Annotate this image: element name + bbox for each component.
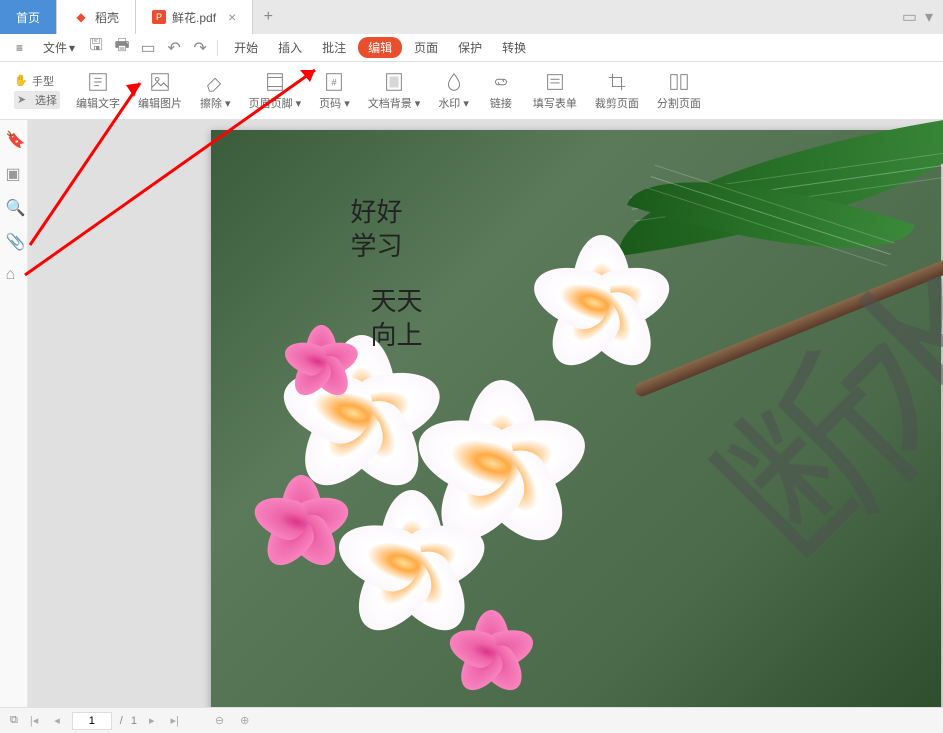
status-bar: ⧉ |◂ ◂ / 1 ▸ ▸| ⊖ ⊕ bbox=[0, 707, 943, 733]
flower-graphic bbox=[256, 475, 346, 565]
search-icon[interactable]: 🔍 bbox=[6, 198, 22, 214]
hamburger-icon[interactable]: ≡ bbox=[8, 37, 31, 59]
sidebar: 🔖 ▣ 🔍 📎 ⌂ bbox=[0, 120, 28, 707]
edit-text-icon bbox=[87, 71, 109, 93]
tab-right-icons: ▭ ▾ bbox=[902, 7, 943, 27]
tool-split-page[interactable]: 分割页面 bbox=[649, 67, 709, 115]
link-icon bbox=[490, 71, 512, 93]
total-pages: 1 bbox=[131, 715, 137, 727]
tool-select[interactable]: ➤ 选择 bbox=[14, 91, 60, 109]
menu-page[interactable]: 页面 bbox=[406, 35, 446, 60]
doc-text-2: 天天 向上 bbox=[371, 285, 423, 353]
prev-page-button[interactable]: ◂ bbox=[50, 714, 64, 727]
tool-edit-text[interactable]: 编辑文字 bbox=[68, 67, 128, 115]
add-tab-button[interactable]: + bbox=[253, 0, 283, 34]
tool-edit-image[interactable]: 编辑图片 bbox=[130, 67, 190, 115]
tool-erase[interactable]: 擦除 ▾ bbox=[192, 67, 239, 115]
tool-background[interactable]: 文档背景 ▾ bbox=[360, 67, 429, 115]
tab-home[interactable]: 首页 bbox=[0, 0, 57, 34]
menu-edit[interactable]: 编辑 bbox=[358, 37, 402, 58]
cursor-icon: ➤ bbox=[17, 93, 31, 107]
undo-icon[interactable]: ↶ bbox=[165, 39, 183, 57]
bookmark-icon[interactable]: 🔖 bbox=[6, 130, 22, 146]
tool-link[interactable]: 链接 bbox=[479, 67, 523, 115]
chevron-down-icon: ▾ bbox=[69, 41, 75, 55]
next-page-button[interactable]: ▸ bbox=[145, 714, 159, 727]
tool-hand[interactable]: ✋ 手型 bbox=[14, 73, 60, 89]
crop-icon bbox=[606, 71, 628, 93]
tab-bar: 首页 ◆ 稻壳 P 鲜花.pdf × + ▭ ▾ bbox=[0, 0, 943, 34]
preview-icon[interactable]: ▭ bbox=[139, 39, 157, 57]
menu-start[interactable]: 开始 bbox=[226, 35, 266, 60]
toolbar: ✋ 手型 ➤ 选择 编辑文字 编辑图片 擦除 ▾ 页眉页脚 ▾ # 页码 ▾ 文… bbox=[0, 62, 943, 120]
attachment-icon[interactable]: 📎 bbox=[6, 232, 22, 248]
zoom-in-button[interactable]: ⊕ bbox=[236, 714, 253, 727]
message-icon[interactable]: ▭ bbox=[902, 7, 917, 27]
close-icon[interactable]: × bbox=[228, 9, 236, 25]
last-page-button[interactable]: ▸| bbox=[167, 714, 183, 727]
page-number-icon: # bbox=[323, 71, 345, 93]
home-icon[interactable]: ⌂ bbox=[6, 266, 22, 282]
header-footer-icon bbox=[264, 71, 286, 93]
tool-fill-form[interactable]: 填写表单 bbox=[525, 67, 585, 115]
tab-daoke[interactable]: ◆ 稻壳 bbox=[57, 0, 136, 34]
watermark-icon bbox=[443, 71, 465, 93]
tool-crop-page[interactable]: 裁剪页面 bbox=[587, 67, 647, 115]
tool-watermark[interactable]: 水印 ▾ bbox=[430, 67, 477, 115]
chevron-down-icon[interactable]: ▾ bbox=[925, 7, 933, 27]
form-icon bbox=[544, 71, 566, 93]
menu-convert[interactable]: 转换 bbox=[494, 35, 534, 60]
split-icon bbox=[668, 71, 690, 93]
menu-file[interactable]: 文件 ▾ bbox=[35, 35, 83, 60]
pdf-icon: P bbox=[152, 10, 166, 24]
document-page: 好好 学习 天天 向上 断水 bbox=[211, 130, 941, 707]
svg-text:#: # bbox=[332, 77, 338, 87]
page-number-input[interactable] bbox=[72, 712, 112, 730]
panel-toggle-icon[interactable]: ⧉ bbox=[10, 714, 18, 727]
branch-graphic bbox=[632, 236, 943, 399]
main-area: 🔖 ▣ 🔍 📎 ⌂ 好好 学习 天天 向上 bbox=[0, 120, 943, 707]
fire-icon: ◆ bbox=[73, 9, 89, 25]
menu-bar: ≡ 文件 ▾ 🖫 🖶 ▭ ↶ ↷ 开始 插入 批注 编辑 页面 保护 转换 bbox=[0, 34, 943, 62]
erase-icon bbox=[204, 71, 226, 93]
menu-annotate[interactable]: 批注 bbox=[314, 35, 354, 60]
tool-page-number[interactable]: # 页码 ▾ bbox=[311, 67, 358, 115]
tab-daoke-label: 稻壳 bbox=[95, 9, 119, 26]
save-icon[interactable]: 🖫 bbox=[87, 39, 105, 57]
redo-icon[interactable]: ↷ bbox=[191, 39, 209, 57]
menu-protect[interactable]: 保护 bbox=[450, 35, 490, 60]
flower-graphic bbox=[341, 490, 481, 630]
background-icon bbox=[383, 71, 405, 93]
doc-text-1: 好好 学习 bbox=[351, 196, 403, 264]
flower-graphic bbox=[451, 610, 531, 690]
flower-graphic bbox=[536, 235, 666, 365]
tab-file-label: 鲜花.pdf bbox=[172, 9, 216, 26]
quick-access: 🖫 🖶 ▭ ↶ ↷ bbox=[87, 39, 209, 57]
zoom-out-button[interactable]: ⊖ bbox=[211, 714, 228, 727]
hand-icon: ✋ bbox=[14, 74, 28, 88]
thumbnail-icon[interactable]: ▣ bbox=[6, 164, 22, 180]
watermark-text: 断水 bbox=[652, 212, 943, 609]
canvas[interactable]: 好好 学习 天天 向上 断水 bbox=[28, 120, 943, 707]
tab-file[interactable]: P 鲜花.pdf × bbox=[136, 0, 253, 34]
tool-header-footer[interactable]: 页眉页脚 ▾ bbox=[241, 67, 310, 115]
first-page-button[interactable]: |◂ bbox=[26, 714, 42, 727]
flower-graphic bbox=[286, 325, 356, 395]
page-separator: / bbox=[120, 715, 123, 727]
tool-mode-group: ✋ 手型 ➤ 选择 bbox=[8, 69, 66, 113]
menu-insert[interactable]: 插入 bbox=[270, 35, 310, 60]
tab-home-label: 首页 bbox=[16, 9, 40, 26]
print-icon[interactable]: 🖶 bbox=[113, 39, 131, 57]
edit-image-icon bbox=[149, 71, 171, 93]
